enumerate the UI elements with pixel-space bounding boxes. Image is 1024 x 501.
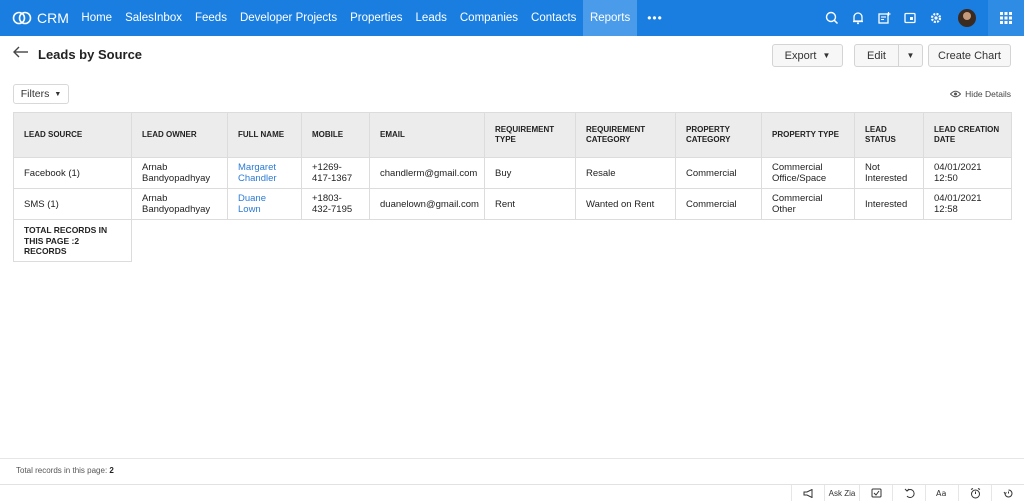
table-cell: +1269-417-1367 [301, 157, 370, 189]
nav-item-contacts[interactable]: Contacts [525, 0, 583, 36]
main-nav: Home SalesInbox Feeds Developer Projects… [75, 0, 673, 36]
table-cell: Buy [484, 157, 576, 189]
column-header[interactable]: LEAD SOURCE [13, 112, 132, 158]
nav-item-feeds[interactable]: Feeds [188, 0, 233, 36]
footer-records-text: Total records in this page: 2 [16, 466, 114, 475]
back-arrow-icon[interactable] [12, 45, 30, 59]
filters-button[interactable]: Filters ▼ [13, 84, 69, 104]
edit-dropdown-button[interactable]: ▼ [898, 44, 923, 67]
nav-item-salesinbox[interactable]: SalesInbox [119, 0, 189, 36]
table-row: SMS (1) Arnab Bandyopadhyay Duane Lown +… [13, 188, 1012, 220]
column-header[interactable]: REQUIREMENT CATEGORY [575, 112, 676, 158]
table-cell: duanelown@gmail.com [369, 188, 485, 220]
bell-icon[interactable] [846, 0, 870, 36]
crm-logo[interactable]: CRM [12, 10, 69, 26]
ask-zia-button[interactable]: Ask Zia [824, 485, 859, 501]
total-row: TOTAL RECORDS IN THIS PAGE :2 RECORDS [13, 219, 1012, 262]
column-header[interactable]: MOBILE [301, 112, 370, 158]
column-header[interactable]: FULL NAME [227, 112, 302, 158]
apps-grid-icon[interactable] [988, 0, 1024, 36]
nav-item-reports[interactable]: Reports [582, 0, 638, 36]
table-row: Facebook (1) Arnab Bandyopadhyay Margare… [13, 157, 1012, 189]
column-header[interactable]: REQUIREMENT TYPE [484, 112, 576, 158]
nav-item-home[interactable]: Home [75, 0, 119, 36]
nav-item-properties[interactable]: Properties [344, 0, 409, 36]
undo-icon[interactable] [892, 485, 925, 501]
hide-details-label: Hide Details [965, 89, 1011, 99]
search-icon[interactable] [820, 0, 844, 36]
notes-icon[interactable] [898, 0, 922, 36]
filters-label: Filters [20, 88, 50, 100]
column-header[interactable]: LEAD OWNER [131, 112, 228, 158]
column-header[interactable]: LEAD CREATION DATE [923, 112, 1012, 158]
chevron-down-icon: ▼ [906, 51, 915, 60]
svg-text:Aa: Aa [936, 489, 946, 498]
alarm-clock-icon[interactable] [958, 485, 991, 501]
top-navbar: CRM Home SalesInbox Feeds Developer Proj… [0, 0, 1024, 36]
table-cell: SMS (1) [13, 188, 132, 220]
history-icon[interactable] [991, 485, 1024, 501]
table-cell: +1803-432-7195 [301, 188, 370, 220]
footer-records-count: 2 [109, 466, 114, 475]
footer-divider [0, 458, 1024, 459]
calendar-add-icon[interactable] [872, 0, 896, 36]
table-cell: Commercial Office/Space [761, 157, 855, 189]
table-cell: Rent [484, 188, 576, 220]
checklist-icon[interactable] [859, 485, 892, 501]
export-button[interactable]: Export ▼ [772, 44, 843, 67]
table-cell: Arnab Bandyopadhyay [131, 188, 228, 220]
table-header-row: LEAD SOURCE LEAD OWNER FULL NAME MOBILE … [13, 112, 1012, 158]
table-cell: Resale [575, 157, 676, 189]
column-header[interactable]: PROPERTY CATEGORY [675, 112, 762, 158]
table-cell: chandlerm@gmail.com [369, 157, 485, 189]
crm-logo-icon [12, 11, 32, 25]
table-cell: Interested [854, 188, 924, 220]
full-name-link[interactable]: Duane Lown [227, 188, 302, 220]
settings-icon[interactable] [924, 0, 948, 36]
avatar[interactable] [958, 9, 976, 27]
app-name: CRM [37, 10, 69, 26]
table-cell: 04/01/2021 12:50 [923, 157, 1012, 189]
table-cell: Commercial [675, 157, 762, 189]
report-table: LEAD SOURCE LEAD OWNER FULL NAME MOBILE … [13, 112, 1012, 262]
table-cell: Wanted on Rent [575, 188, 676, 220]
nav-item-leads[interactable]: Leads [409, 0, 453, 36]
table-cell: Commercial [675, 188, 762, 220]
column-header[interactable]: PROPERTY TYPE [761, 112, 855, 158]
chevron-down-icon: ▼ [54, 90, 62, 98]
create-chart-button[interactable]: Create Chart [928, 44, 1011, 67]
translate-icon[interactable]: Aa [925, 485, 958, 501]
column-header[interactable]: EMAIL [369, 112, 485, 158]
megaphone-icon[interactable] [791, 485, 824, 501]
table-cell: Arnab Bandyopadhyay [131, 157, 228, 189]
table-cell: Commercial Other [761, 188, 855, 220]
column-header[interactable]: LEAD STATUS [854, 112, 924, 158]
table-cell: Not Interested [854, 157, 924, 189]
nav-item-developer-projects[interactable]: Developer Projects [233, 0, 343, 36]
table-cell: Facebook (1) [13, 157, 132, 189]
bottom-tools: Ask Zia Aa [791, 485, 1024, 501]
top-icons [818, 0, 1024, 36]
hide-details-toggle[interactable]: Hide Details [950, 89, 1011, 99]
footer-records-label: Total records in this page: [16, 466, 108, 475]
edit-button[interactable]: Edit [854, 44, 899, 67]
total-records-cell: TOTAL RECORDS IN THIS PAGE :2 RECORDS [13, 219, 132, 262]
full-name-link[interactable]: Margaret Chandler [227, 157, 302, 189]
export-label: Export [784, 49, 817, 62]
page-title: Leads by Source [38, 47, 143, 62]
chevron-down-icon: ▼ [822, 51, 831, 60]
nav-item-companies[interactable]: Companies [453, 0, 524, 36]
eye-icon [950, 90, 962, 98]
nav-more-button[interactable]: ••• [637, 0, 673, 36]
table-cell: 04/01/2021 12:58 [923, 188, 1012, 220]
